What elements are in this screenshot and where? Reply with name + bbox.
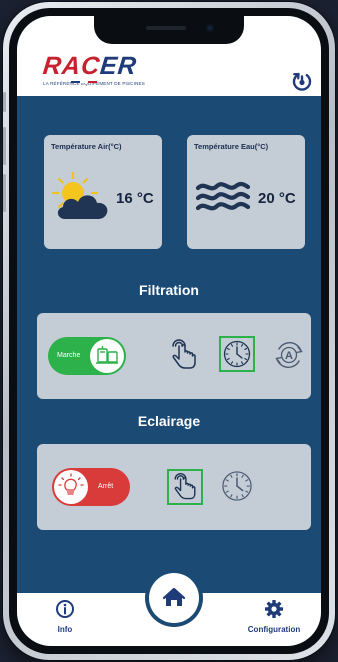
svg-text:A: A [285, 350, 293, 362]
power-refresh-icon[interactable] [291, 70, 313, 92]
lighting-title: Eclairage [137, 413, 201, 429]
home-icon [162, 587, 186, 606]
sun-cloud-icon [51, 171, 117, 225]
info-tab[interactable]: Info [55, 599, 75, 634]
logo-flag-stripe [71, 81, 98, 83]
light-bulb-icon [58, 473, 84, 495]
mute-switch [3, 92, 6, 112]
earpiece-speaker [146, 26, 186, 30]
filtration-title: Filtration [139, 282, 199, 298]
volume-up-button [3, 127, 6, 165]
water-waves-icon [195, 179, 251, 215]
air-temperature-value: 16 °C [116, 190, 154, 207]
pump-icon [96, 346, 118, 364]
filtration-manual-hand-tap-icon[interactable] [166, 337, 202, 373]
phone-frame: RACER LA RÉFÉRENCE ÉQUIPEMENT DE PISCINE… [3, 2, 335, 660]
front-camera [206, 24, 214, 32]
filtration-toggle-label: Marche [57, 352, 81, 359]
water-temperature-label: Température Eau(°C) [194, 142, 269, 151]
app-screen: RACER LA RÉFÉRENCE ÉQUIPEMENT DE PISCINE… [17, 16, 321, 646]
water-temperature-value: 20 °C [258, 190, 296, 207]
volume-down-button [3, 174, 6, 212]
lighting-panel: Arrêt [37, 444, 311, 530]
filtration-toggle[interactable]: Marche [48, 337, 126, 375]
filtration-panel: Marche A [37, 313, 311, 399]
filtration-auto-cycle-icon[interactable]: A [271, 337, 307, 373]
configuration-tab-label: Configuration [247, 625, 301, 634]
filtration-toggle-knob [90, 339, 124, 373]
info-tab-label: Info [57, 625, 73, 634]
info-icon [55, 599, 75, 619]
lighting-manual-hand-tap-icon[interactable] [167, 469, 203, 505]
phone-notch [94, 16, 244, 44]
home-button[interactable] [149, 573, 199, 623]
gear-icon [264, 599, 284, 619]
configuration-tab[interactable]: Configuration [244, 599, 304, 634]
lighting-toggle[interactable]: Arrêt [52, 468, 130, 506]
air-temperature-label: Température Air(°C) [51, 142, 122, 151]
lighting-toggle-label: Arrêt [98, 483, 114, 490]
lighting-toggle-knob [54, 470, 88, 504]
brand-name: RACER [41, 52, 139, 80]
air-temperature-card: Température Air(°C) 16 °C [44, 135, 162, 249]
filtration-timer-clock-icon[interactable] [219, 336, 255, 372]
lighting-timer-clock-icon[interactable] [219, 468, 255, 504]
water-temperature-card: Température Eau(°C) 20 °C [187, 135, 305, 249]
